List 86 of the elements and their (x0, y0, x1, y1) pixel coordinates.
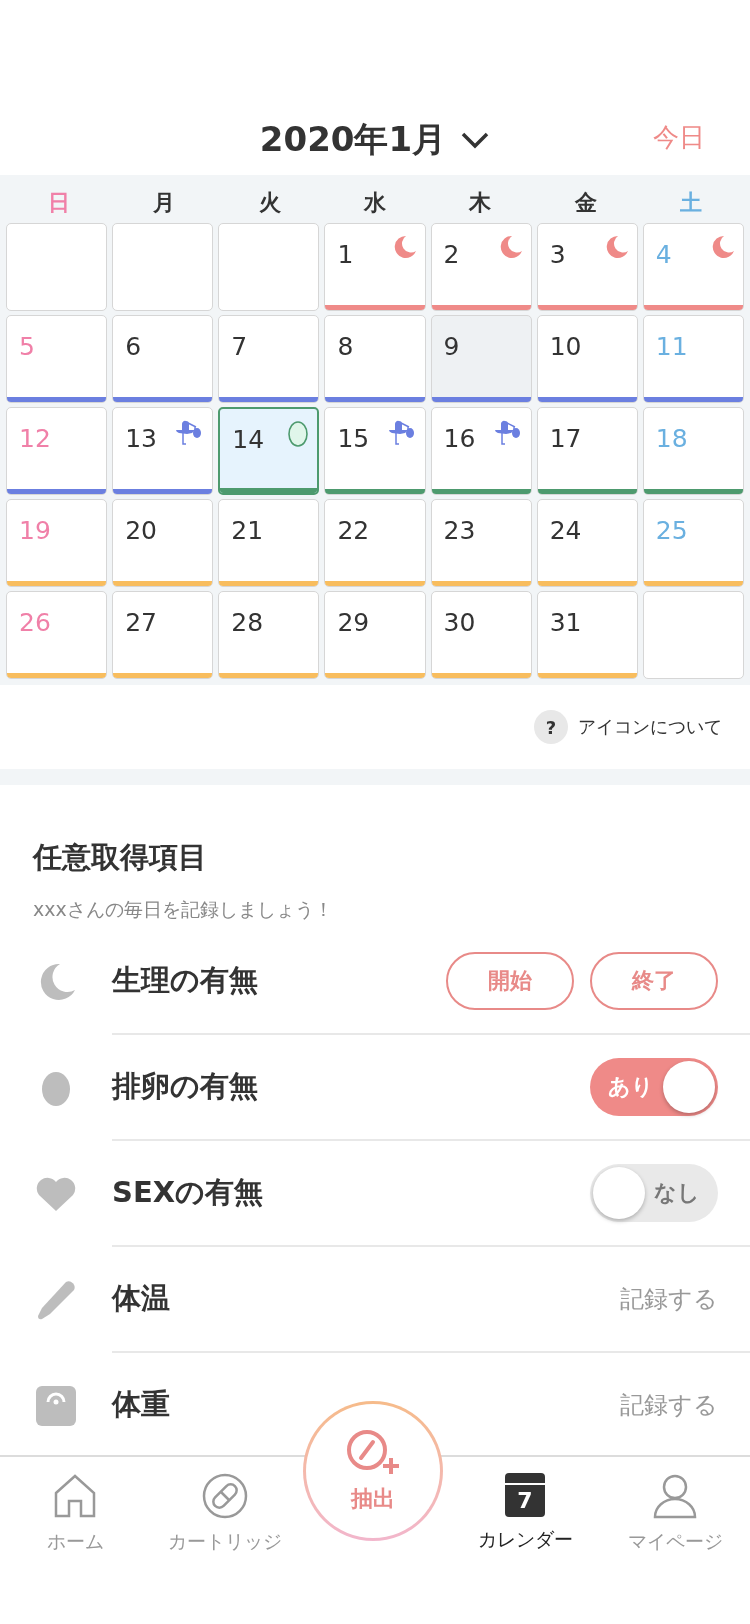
day-cell[interactable]: 28 (218, 591, 320, 679)
day-cell[interactable]: 10 (536, 315, 638, 403)
icon-legend-link[interactable]: アイコンについて (578, 715, 722, 739)
thermometer-icon (36, 1280, 76, 1320)
weekday-label: 木 (468, 189, 493, 217)
day-number: 31 (549, 608, 582, 638)
item-label: 排卵の有無 (112, 1068, 259, 1105)
day-cell[interactable]: 14 (218, 407, 320, 495)
day-number: 16 (443, 424, 476, 454)
day-number: 19 (19, 516, 51, 546)
day-number: 1 (337, 240, 354, 270)
day-number: 9 (443, 332, 460, 362)
weekday-label: 日 (46, 189, 71, 217)
weekday-label: 金 (573, 189, 598, 217)
day-cell[interactable]: 27 (112, 591, 214, 679)
scale-icon (36, 1386, 76, 1426)
day-cell[interactable]: 6 (112, 315, 214, 403)
day-number: 24 (549, 516, 582, 546)
nav-tab[interactable]: 7 カレンダー (450, 1457, 600, 1624)
toggle-switch[interactable]: なし (590, 1164, 718, 1222)
stork-icon (492, 418, 523, 448)
day-number: 2 (443, 240, 460, 270)
day-number: 11 (655, 332, 688, 362)
day-number: 28 (231, 608, 264, 638)
day-cell[interactable]: 15 (324, 407, 426, 495)
day-number: 6 (125, 332, 142, 362)
day-cell[interactable]: 21 (218, 499, 320, 587)
day-number: 21 (231, 516, 264, 546)
day-number: 3 (549, 240, 566, 270)
day-number: 13 (125, 424, 157, 454)
chevron-down-icon (460, 131, 491, 149)
item-label: 体重 (112, 1386, 171, 1423)
day-cell[interactable]: 8 (324, 315, 426, 403)
day-cell[interactable]: 9 (430, 315, 532, 403)
weekday-label: 水 (362, 189, 387, 217)
day-number: 29 (337, 608, 370, 638)
weekday-label: 月 (152, 189, 177, 217)
help-icon[interactable]: ? (534, 710, 568, 744)
month-selector[interactable]: 2020年1月 (259, 117, 491, 163)
day-cell[interactable]: 7 (218, 315, 320, 403)
day-cell[interactable]: 29 (324, 591, 426, 679)
day-cell[interactable]: 20 (112, 499, 214, 587)
section-title: 任意取得項目 (33, 839, 208, 876)
pill-icon (202, 1473, 248, 1519)
day-number: 27 (125, 608, 157, 638)
section-subtitle: xxxさんの毎日を記録しましょう！ (33, 897, 334, 922)
day-number: 17 (549, 424, 582, 454)
day-cell[interactable]: 13 (112, 407, 214, 495)
add-extract-icon (345, 1428, 401, 1476)
day-cell[interactable]: 16 (430, 407, 532, 495)
day-number: 26 (19, 608, 51, 638)
day-number: 5 (19, 332, 35, 362)
item-label: 生理の有無 (112, 962, 259, 999)
day-number: 25 (655, 516, 688, 546)
day-number: 20 (125, 516, 157, 546)
egg-icon (41, 1069, 71, 1107)
day-cell[interactable]: 24 (536, 499, 638, 587)
day-cell[interactable]: 23 (430, 499, 532, 587)
day-cell[interactable]: 2 (430, 223, 532, 311)
day-number: 14 (232, 425, 265, 455)
day-cell[interactable]: 17 (536, 407, 638, 495)
day-number: 7 (231, 332, 248, 362)
day-number: 15 (337, 424, 370, 454)
day-cell[interactable]: 31 (536, 591, 638, 679)
stork-icon (386, 418, 417, 448)
item-label: 体温 (112, 1280, 171, 1317)
day-number: 22 (337, 516, 370, 546)
day-number: 4 (655, 240, 672, 270)
person-icon (652, 1473, 698, 1519)
egg-icon (287, 419, 310, 447)
day-number: 30 (443, 608, 476, 638)
calendar-icon: 7 (505, 1473, 545, 1517)
weekday-label: 土 (679, 189, 704, 217)
day-cell[interactable]: 30 (430, 591, 532, 679)
day-number: 8 (337, 332, 354, 362)
day-cell[interactable]: 3 (536, 223, 638, 311)
heart-icon (35, 1176, 77, 1212)
day-cell[interactable]: 22 (324, 499, 426, 587)
day-number: 10 (549, 332, 582, 362)
day-number: 18 (655, 424, 688, 454)
home-icon (52, 1473, 98, 1519)
day-number: 12 (19, 424, 51, 454)
weekday-label: 火 (257, 189, 282, 217)
day-cell[interactable]: 1 (324, 223, 426, 311)
item-label: SEXの有無 (112, 1174, 265, 1211)
day-number: 23 (443, 516, 476, 546)
